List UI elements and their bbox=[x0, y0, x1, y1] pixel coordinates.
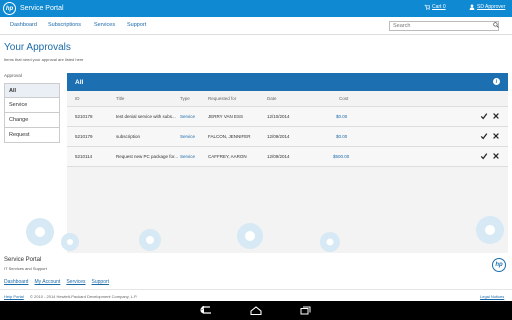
table-header: ID Title Type Requested for Date Cost bbox=[67, 91, 508, 107]
search-icon[interactable] bbox=[493, 22, 499, 28]
top-bar: hp Service Portal Cart 0 SD Approver bbox=[0, 0, 512, 17]
filter-request[interactable]: Request bbox=[4, 128, 60, 143]
row-title[interactable]: test denial service with subs... bbox=[116, 114, 176, 119]
search-input[interactable] bbox=[389, 21, 499, 31]
row-date: 12/09/2014 bbox=[267, 134, 290, 139]
row-title[interactable]: subscription bbox=[116, 134, 140, 139]
cart-label: Cart 0 bbox=[432, 4, 446, 10]
approval-filter: All Service Change Request bbox=[4, 83, 60, 143]
app-title[interactable]: Service Portal bbox=[20, 5, 64, 12]
row-title[interactable]: Request new PC package for... bbox=[116, 154, 178, 159]
row-id: 5210114 bbox=[75, 154, 93, 159]
row-requested-for: CAFFREY, AARON bbox=[208, 154, 247, 159]
approve-icon[interactable] bbox=[480, 112, 488, 120]
row-id: 5210179 bbox=[75, 134, 93, 139]
row-type: Service bbox=[180, 154, 196, 159]
filter-all[interactable]: All bbox=[4, 83, 60, 98]
footer-link-my-account[interactable]: My Account bbox=[34, 279, 60, 285]
nav-subscriptions[interactable]: Subscriptions bbox=[48, 22, 81, 28]
approve-icon[interactable] bbox=[480, 152, 488, 160]
table-row[interactable]: 5210114 Request new PC package for... Se… bbox=[67, 147, 508, 167]
footer-link-services[interactable]: Services bbox=[66, 279, 85, 285]
table-row[interactable]: 5210179 subscription Service FALCON, JEN… bbox=[67, 127, 508, 147]
panel-header: All i bbox=[67, 73, 508, 91]
footer-link-support[interactable]: Support bbox=[92, 279, 110, 285]
copyright: © 2010 - 2014 Hewlett-Packard Developmen… bbox=[30, 294, 138, 299]
cart-icon bbox=[424, 4, 430, 10]
page-title: Your Approvals bbox=[4, 42, 71, 53]
user-label: SD Approver bbox=[477, 4, 506, 10]
row-requested-for: JERRY VAN ESS bbox=[208, 114, 244, 119]
filter-change[interactable]: Change bbox=[4, 113, 60, 128]
row-id: 5210178 bbox=[75, 114, 93, 119]
hp-logo[interactable]: hp bbox=[3, 2, 16, 15]
user-menu[interactable]: SD Approver bbox=[469, 4, 505, 10]
back-icon[interactable] bbox=[199, 306, 213, 315]
row-cost: $0.00 bbox=[336, 114, 348, 119]
footer-title: Service Portal bbox=[4, 257, 42, 263]
recent-apps-icon[interactable] bbox=[298, 306, 312, 315]
nav-services[interactable]: Services bbox=[94, 22, 115, 28]
user-icon bbox=[469, 4, 475, 10]
info-icon[interactable]: i bbox=[493, 78, 500, 85]
help-portal-link[interactable]: Help Portal bbox=[4, 294, 24, 299]
row-requested-for: FALCON, JENNIFER bbox=[208, 134, 251, 139]
table-row[interactable]: 5210178 test denial service with subs...… bbox=[67, 107, 508, 127]
nav-dashboard[interactable]: Dashboard bbox=[10, 22, 37, 28]
footer-link-dashboard[interactable]: Dashboard bbox=[4, 279, 28, 285]
page-subtitle: Items that need your approval are listed… bbox=[4, 57, 84, 62]
footer-links: Dashboard My Account Services Support bbox=[4, 279, 109, 285]
row-type: Service bbox=[180, 134, 196, 139]
row-date: 12/10/2014 bbox=[267, 114, 290, 119]
row-type: Service bbox=[180, 114, 196, 119]
footer-hp-logo: hp bbox=[492, 258, 506, 272]
col-id[interactable]: ID bbox=[75, 96, 80, 101]
footer-subtitle: IT Services and Support bbox=[4, 266, 47, 271]
nav-support[interactable]: Support bbox=[127, 22, 146, 28]
col-requested-for[interactable]: Requested for bbox=[208, 96, 236, 101]
filter-service[interactable]: Service bbox=[4, 98, 60, 113]
panel-title: All bbox=[75, 78, 84, 86]
col-cost[interactable]: Cost bbox=[339, 96, 348, 101]
approvals-panel: All i ID Title Type Requested for Date C… bbox=[67, 73, 508, 253]
system-nav-bar bbox=[0, 301, 512, 320]
col-title[interactable]: Title bbox=[116, 96, 124, 101]
row-cost: $500.00 bbox=[333, 154, 350, 159]
reject-icon[interactable] bbox=[492, 132, 500, 140]
cart-link[interactable]: Cart 0 bbox=[424, 4, 446, 10]
row-cost: $0.00 bbox=[336, 134, 348, 139]
footer-bottom: Help Portal © 2010 - 2014 Hewlett-Packar… bbox=[0, 289, 512, 301]
col-date[interactable]: Date bbox=[267, 96, 277, 101]
reject-icon[interactable] bbox=[492, 152, 500, 160]
col-type[interactable]: Type bbox=[180, 96, 190, 101]
filter-label: Approval bbox=[4, 73, 22, 78]
footer: Service Portal IT Services and Support D… bbox=[0, 253, 512, 301]
row-date: 12/09/2014 bbox=[267, 154, 290, 159]
legal-notices-link[interactable]: Legal Notices bbox=[480, 294, 504, 299]
home-icon[interactable] bbox=[249, 306, 263, 315]
approve-icon[interactable] bbox=[480, 132, 488, 140]
reject-icon[interactable] bbox=[492, 112, 500, 120]
